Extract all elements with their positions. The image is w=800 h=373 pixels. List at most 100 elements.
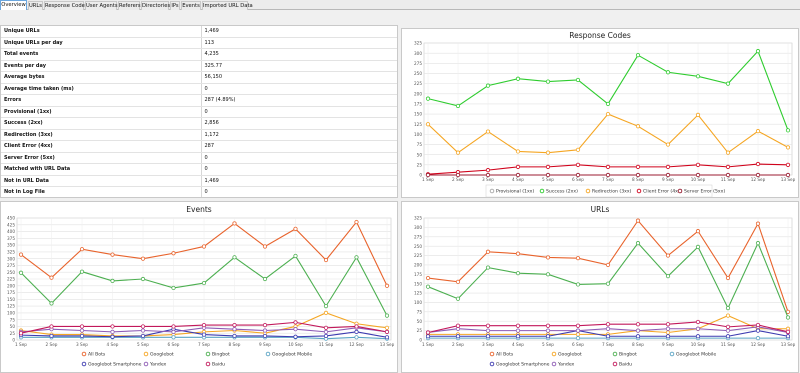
data-point[interactable] bbox=[755, 129, 761, 134]
data-point[interactable] bbox=[755, 336, 761, 341]
data-point[interactable] bbox=[725, 334, 731, 339]
data-point[interactable] bbox=[485, 83, 491, 88]
data-point[interactable] bbox=[49, 324, 54, 329]
data-point[interactable] bbox=[140, 333, 146, 339]
data-point[interactable] bbox=[695, 112, 701, 117]
data-point[interactable] bbox=[79, 333, 85, 339]
summary-row[interactable]: Server Error (5xx) 0 bbox=[1, 152, 397, 164]
data-point[interactable] bbox=[485, 249, 491, 254]
data-point[interactable] bbox=[262, 244, 268, 249]
data-point[interactable] bbox=[725, 328, 731, 333]
data-point[interactable] bbox=[485, 334, 491, 339]
data-point[interactable] bbox=[323, 257, 329, 263]
data-point[interactable] bbox=[605, 322, 611, 327]
legend-item[interactable]: Googlebot Mobile bbox=[669, 352, 716, 358]
summary-row[interactable]: Provisional (1xx) 0 bbox=[1, 106, 397, 118]
data-point[interactable] bbox=[323, 310, 329, 315]
summary-row[interactable]: Unique URLs per day 113 bbox=[1, 37, 397, 49]
data-point[interactable] bbox=[515, 323, 521, 328]
data-point[interactable] bbox=[262, 276, 268, 282]
data-point[interactable] bbox=[201, 322, 207, 328]
tab-ips[interactable]: IPs bbox=[170, 1, 180, 10]
tab-overview[interactable]: Overview bbox=[0, 0, 27, 10]
tab-urls[interactable]: URLs bbox=[28, 1, 43, 10]
data-point[interactable] bbox=[232, 322, 237, 328]
data-point[interactable] bbox=[262, 333, 268, 339]
legend-item[interactable]: Yandex bbox=[143, 362, 167, 368]
data-point[interactable] bbox=[455, 323, 461, 328]
data-point[interactable] bbox=[354, 329, 359, 334]
data-point[interactable] bbox=[545, 79, 551, 84]
data-point[interactable] bbox=[293, 320, 298, 325]
data-point[interactable] bbox=[455, 172, 461, 178]
legend-item[interactable]: Baidu bbox=[205, 362, 225, 368]
data-point[interactable] bbox=[425, 334, 431, 339]
data-point[interactable] bbox=[232, 333, 237, 339]
data-point[interactable] bbox=[695, 74, 701, 79]
data-point[interactable] bbox=[323, 304, 329, 309]
data-point[interactable] bbox=[725, 313, 731, 318]
data-point[interactable] bbox=[545, 172, 551, 178]
data-point[interactable] bbox=[755, 322, 761, 328]
data-point[interactable] bbox=[171, 251, 176, 256]
legend-item[interactable]: Yandex bbox=[551, 362, 575, 368]
data-point[interactable] bbox=[49, 275, 54, 280]
data-point[interactable] bbox=[425, 330, 431, 335]
data-point[interactable] bbox=[485, 265, 491, 270]
legend-item[interactable]: Provisional (1xx) bbox=[489, 189, 534, 195]
data-point[interactable] bbox=[755, 172, 761, 178]
data-point[interactable] bbox=[485, 172, 491, 178]
data-point[interactable] bbox=[605, 101, 611, 107]
data-point[interactable] bbox=[485, 323, 491, 328]
data-point[interactable] bbox=[635, 322, 641, 327]
data-point[interactable] bbox=[575, 328, 581, 333]
data-point[interactable] bbox=[79, 269, 85, 274]
data-point[interactable] bbox=[18, 270, 24, 275]
data-point[interactable] bbox=[171, 324, 176, 329]
data-point[interactable] bbox=[545, 150, 551, 155]
summary-row[interactable]: Total events 4,235 bbox=[1, 48, 397, 61]
data-point[interactable] bbox=[635, 241, 641, 246]
data-point[interactable] bbox=[575, 162, 581, 167]
data-point[interactable] bbox=[515, 271, 521, 276]
data-point[interactable] bbox=[605, 262, 611, 268]
legend-item[interactable]: Server Error (5xx) bbox=[677, 189, 725, 195]
data-point[interactable] bbox=[665, 274, 671, 279]
data-point[interactable] bbox=[455, 103, 461, 109]
data-point[interactable] bbox=[110, 329, 115, 334]
data-point[interactable] bbox=[485, 168, 491, 173]
summary-row[interactable]: Errors 287 (4.89%) bbox=[1, 94, 397, 107]
data-point[interactable] bbox=[262, 328, 268, 333]
data-point[interactable] bbox=[665, 322, 671, 327]
data-point[interactable] bbox=[635, 172, 641, 178]
data-point[interactable] bbox=[293, 226, 298, 231]
data-point[interactable] bbox=[140, 328, 146, 333]
data-point[interactable] bbox=[635, 53, 641, 58]
data-point[interactable] bbox=[785, 128, 791, 133]
data-point[interactable] bbox=[425, 96, 431, 101]
legend-item[interactable]: Googlebot bbox=[143, 352, 174, 358]
data-point[interactable] bbox=[665, 164, 671, 169]
summary-row[interactable]: Events per day 325.77 bbox=[1, 60, 397, 72]
legend-item[interactable]: Bingbot bbox=[205, 352, 230, 358]
data-point[interactable] bbox=[635, 218, 641, 223]
legend-item[interactable]: Baidu bbox=[612, 362, 632, 368]
data-point[interactable] bbox=[575, 323, 581, 328]
data-point[interactable] bbox=[515, 172, 521, 178]
data-point[interactable] bbox=[262, 322, 268, 328]
data-point[interactable] bbox=[232, 255, 237, 260]
legend-item[interactable]: Client Error (4xx) bbox=[636, 189, 683, 195]
data-point[interactable] bbox=[545, 328, 551, 333]
data-point[interactable] bbox=[140, 256, 146, 261]
data-point[interactable] bbox=[605, 164, 611, 169]
tab-referers[interactable]: Referers bbox=[118, 1, 141, 10]
tab-user-agents[interactable]: User Agents bbox=[85, 1, 118, 10]
data-point[interactable] bbox=[785, 334, 791, 339]
data-point[interactable] bbox=[323, 329, 329, 334]
data-point[interactable] bbox=[485, 129, 491, 134]
data-point[interactable] bbox=[665, 142, 671, 147]
data-point[interactable] bbox=[49, 301, 54, 306]
data-point[interactable] bbox=[384, 325, 390, 330]
summary-row[interactable]: Average bytes 56,150 bbox=[1, 71, 397, 84]
data-point[interactable] bbox=[171, 335, 176, 340]
